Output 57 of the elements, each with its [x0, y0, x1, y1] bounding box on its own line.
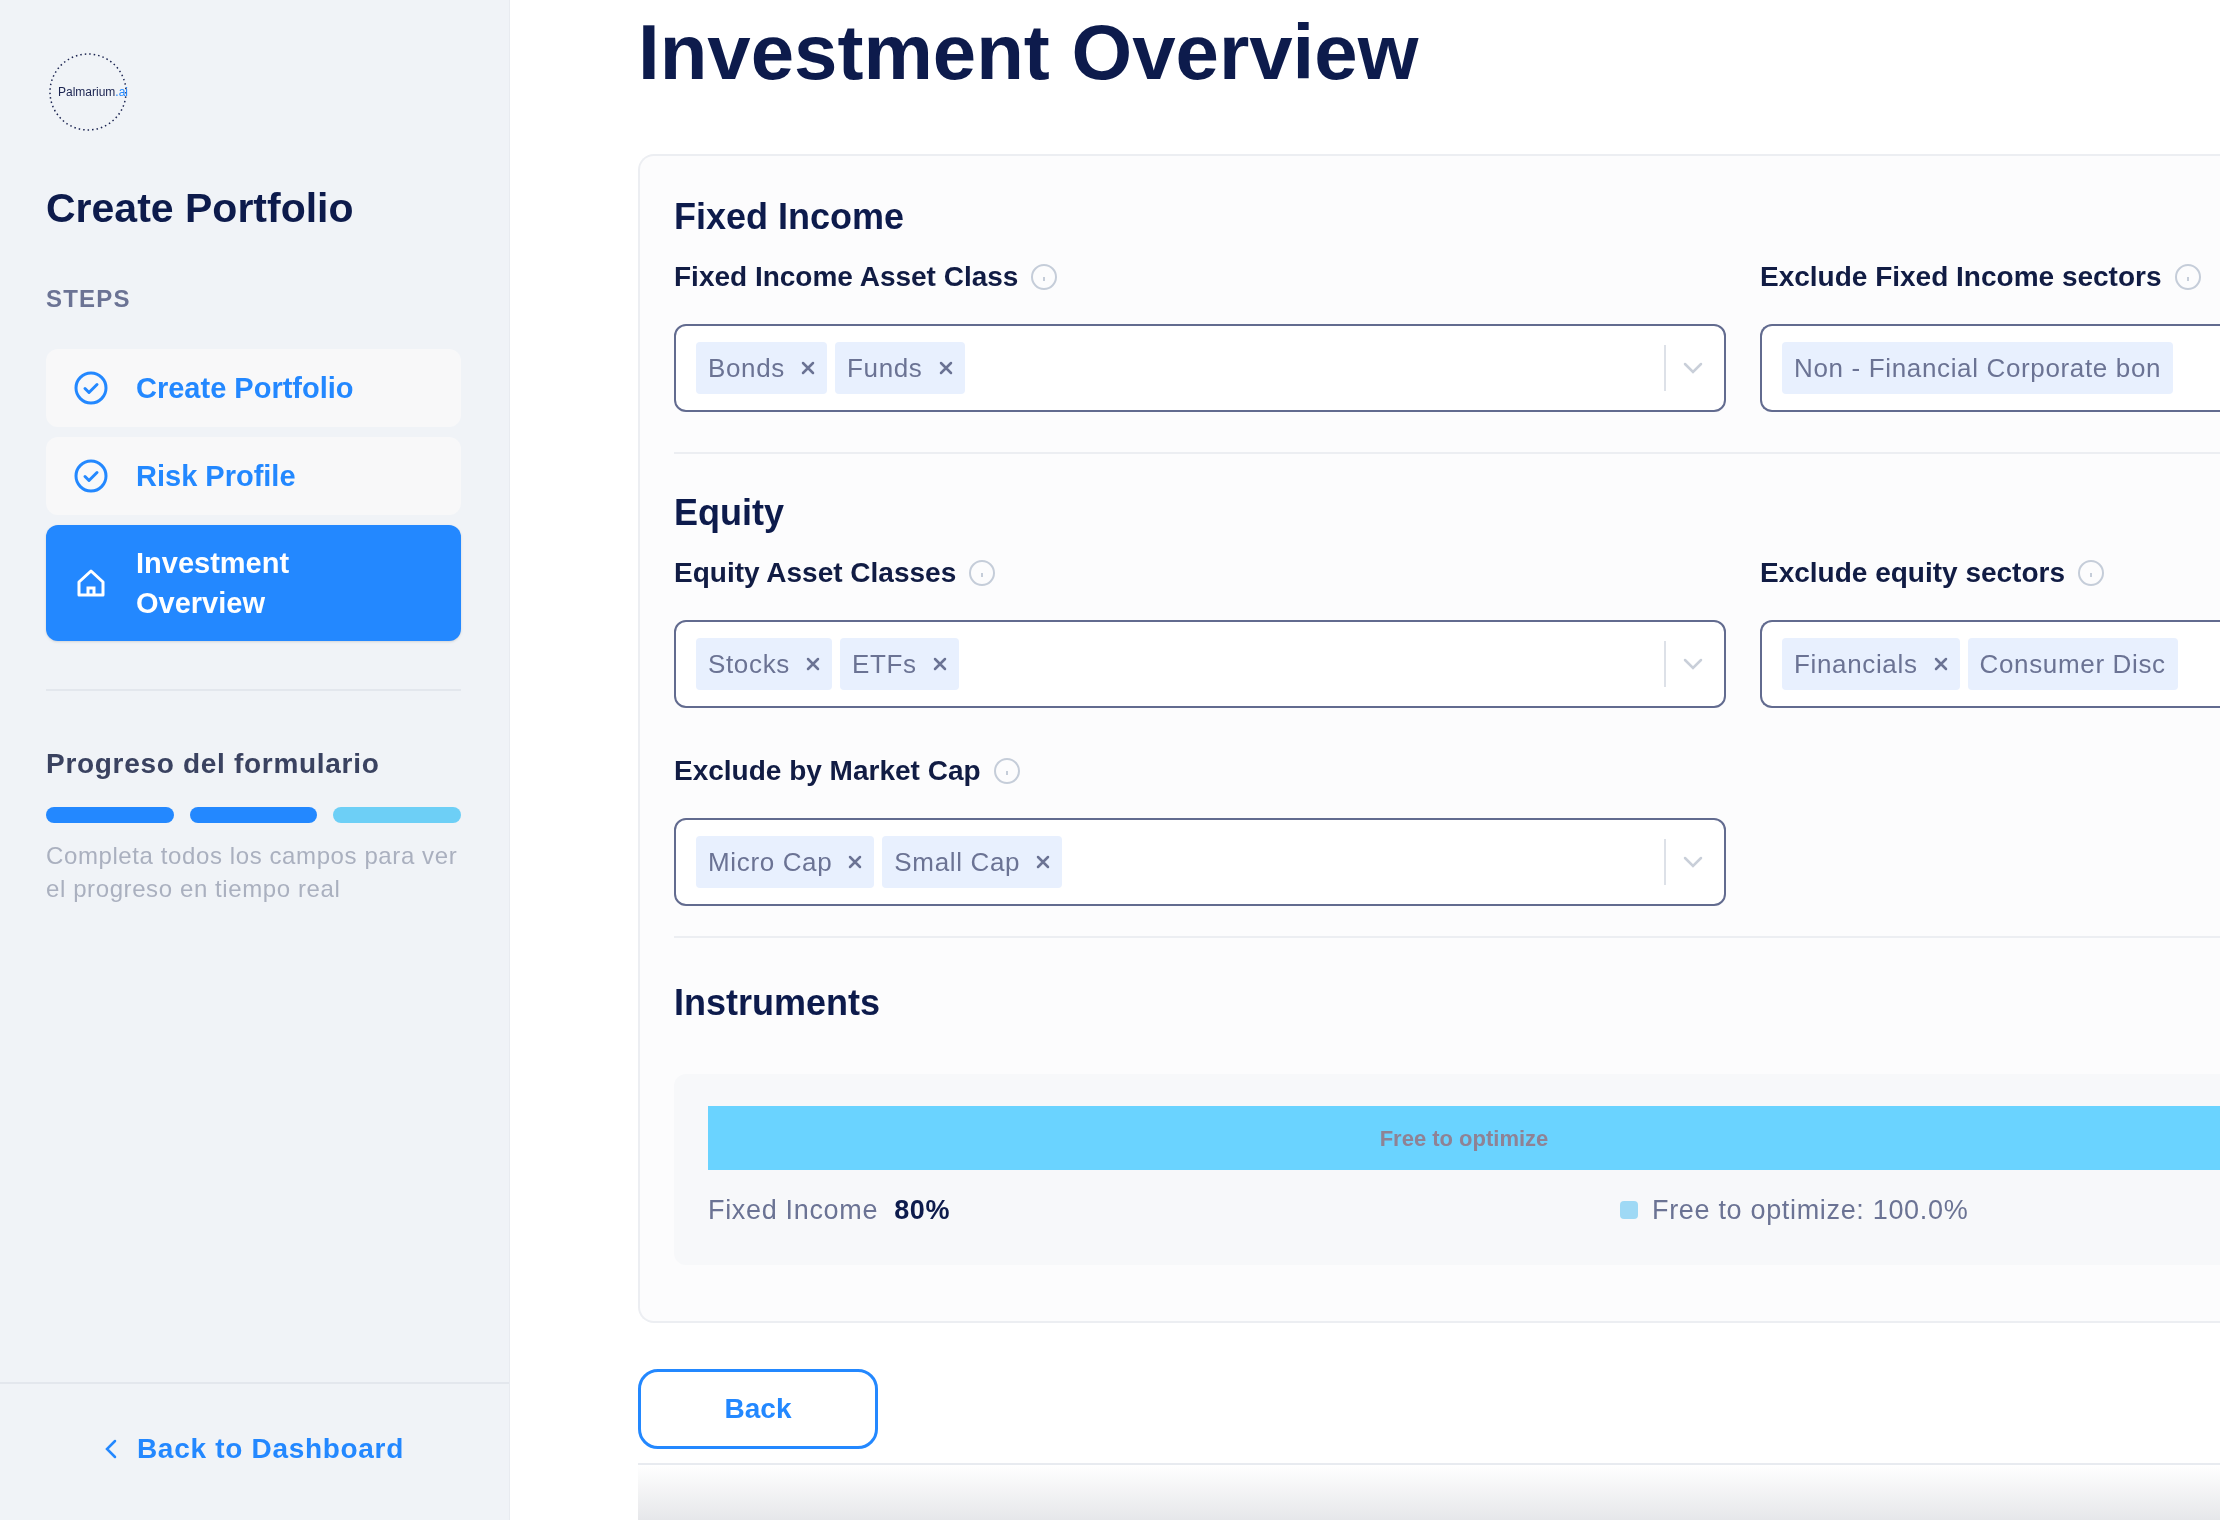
remove-icon[interactable]: [801, 361, 815, 375]
tag-label: Financials: [1794, 647, 1918, 681]
check-circle-icon: [74, 459, 108, 493]
bar-segment: Free to optimize: [708, 1106, 2220, 1170]
tag-label: Bonds: [708, 351, 785, 385]
remove-icon[interactable]: [1933, 657, 1948, 671]
multi-select-field[interactable]: Financials Consumer Disc: [1760, 620, 2220, 708]
remove-icon[interactable]: [805, 657, 820, 671]
multi-select-field[interactable]: Stocks ETFs: [674, 620, 1726, 708]
multi-select-field[interactable]: Non - Financial Corporate bon: [1760, 324, 2220, 412]
step-item[interactable]: Risk Profile: [46, 437, 461, 515]
multi-select-field[interactable]: Bonds Funds: [674, 324, 1726, 412]
remove-icon[interactable]: [848, 855, 863, 869]
tag-label: ETFs: [851, 647, 917, 681]
step-item[interactable]: Create Portfolio: [46, 349, 461, 427]
remove-icon[interactable]: [932, 657, 947, 671]
chevron-left-icon: [104, 1439, 117, 1459]
field-label: Exclude Fixed Income sectors: [1760, 260, 2162, 294]
legend-swatch: [1620, 1201, 1638, 1220]
tag-label: Non - Financial Corporate bon: [1794, 351, 2162, 385]
field-label: Exclude equity sectors: [1760, 556, 2065, 590]
info-icon[interactable]: [992, 757, 1021, 785]
tag-label: Small Cap: [894, 845, 1021, 879]
progress-hint: Completa todos los campos para ver el progreso en tiempo real: [46, 841, 459, 904]
field-label: Equity Asset Classes: [674, 556, 957, 590]
section-title: Equity: [674, 491, 785, 535]
check-circle-icon: [74, 371, 108, 405]
remove-icon[interactable]: [1036, 855, 1051, 869]
section-title: Fixed Income: [674, 195, 906, 239]
sidebar-title: Create Portfolio: [46, 188, 355, 229]
chevron-down-icon[interactable]: [1682, 361, 1704, 375]
legend-label: Fixed Income: [708, 1194, 879, 1227]
tag-label: Consumer Disc: [1979, 647, 2166, 681]
progress-title: Progreso del formulario: [46, 747, 381, 781]
logo-wordmark: Palmarium.ai: [58, 84, 129, 101]
chevron-down-icon[interactable]: [1682, 657, 1704, 671]
logo-ring-icon: [46, 50, 130, 134]
info-icon[interactable]: [2077, 559, 2105, 587]
field-label: Fixed Income Asset Class: [674, 260, 1019, 294]
page-title: Investment Overview: [638, 10, 1420, 94]
back-button[interactable]: Back: [638, 1368, 878, 1449]
field-label: Exclude by Market Cap: [674, 754, 981, 788]
tag-label: Micro Cap: [708, 845, 833, 879]
legend-label: Free to optimize: 100.0%: [1652, 1194, 1969, 1227]
legend-value: 80%: [894, 1194, 951, 1227]
section-title: Instruments: [674, 981, 882, 1025]
step-item[interactable]: Investment Overview: [46, 525, 461, 641]
tag-label: Stocks: [708, 647, 790, 681]
info-icon[interactable]: [2173, 263, 2202, 291]
steps-heading: STEPS: [46, 284, 132, 314]
info-icon[interactable]: [968, 559, 997, 587]
multi-select-field[interactable]: Micro Cap Small Cap: [674, 818, 1726, 906]
info-icon[interactable]: [1030, 263, 1059, 291]
tag-label: Funds: [847, 351, 923, 385]
remove-icon[interactable]: [938, 361, 953, 375]
chevron-down-icon[interactable]: [1682, 855, 1704, 869]
back-to-dashboard-link[interactable]: Back to Dashboard: [104, 1428, 405, 1470]
